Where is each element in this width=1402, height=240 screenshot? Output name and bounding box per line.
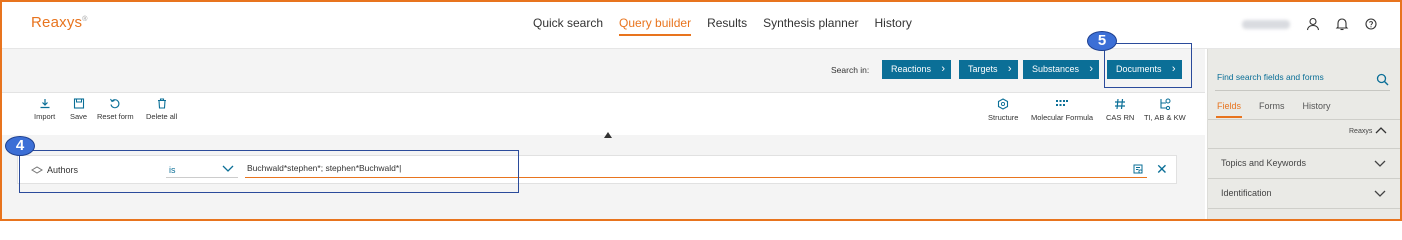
tab-fields[interactable]: Fields	[1215, 101, 1243, 118]
help-icon[interactable]	[1364, 17, 1378, 31]
cas-rn-button[interactable]: CAS RN	[1106, 98, 1134, 122]
reactions-button[interactable]: Reactions ›	[882, 60, 952, 79]
query-toolbar	[2, 93, 1205, 135]
annotation-box-4	[19, 150, 519, 193]
search-in-label: Search in:	[831, 65, 870, 75]
hexagon-icon	[998, 98, 1009, 110]
chevron-down-icon	[1374, 190, 1386, 197]
chevron-right-icon: ›	[1007, 63, 1012, 75]
chevron-up-icon[interactable]	[1375, 126, 1387, 135]
keyword-tree-icon	[1160, 98, 1171, 110]
section-label: Identification	[1221, 188, 1272, 198]
find-fields-input[interactable]: Find search fields and forms	[1217, 72, 1324, 82]
ti-ab-kw-button[interactable]: TI, AB & KW	[1144, 98, 1186, 122]
search-icon[interactable]	[1376, 73, 1389, 86]
reset-form-button[interactable]: Reset form	[97, 98, 134, 121]
find-fields-underline	[1215, 90, 1390, 91]
hash-icon	[1115, 98, 1126, 110]
lookup-list-icon[interactable]	[1133, 164, 1144, 175]
import-icon	[40, 99, 50, 109]
tab-forms[interactable]: Forms	[1259, 101, 1285, 111]
bell-icon[interactable]	[1335, 17, 1349, 31]
chevron-right-icon: ›	[941, 63, 946, 75]
nav-query-builder[interactable]: Query builder	[619, 0, 692, 47]
reaxys-logo[interactable]: Reaxys®	[31, 14, 88, 31]
tab-history[interactable]: History	[1303, 101, 1331, 111]
chevron-right-icon: ›	[1089, 63, 1094, 75]
main-nav: Quick search Query builder Results Synth…	[533, 0, 912, 47]
save-button[interactable]: Save	[70, 98, 87, 121]
formula-grid-icon	[1056, 100, 1069, 106]
annotation-badge-5: 5	[1087, 31, 1117, 51]
user-icon[interactable]	[1306, 17, 1320, 31]
nav-results[interactable]: Results	[707, 0, 747, 47]
reset-icon	[110, 98, 120, 109]
delete-all-button[interactable]: Delete all	[146, 98, 177, 121]
annotation-box-5	[1104, 43, 1192, 88]
nav-synthesis-planner[interactable]: Synthesis planner	[763, 0, 858, 47]
clear-row-icon[interactable]: ✕	[1156, 162, 1168, 176]
save-icon	[73, 98, 84, 109]
section-identification[interactable]: Identification	[1208, 178, 1400, 208]
import-button[interactable]: Import	[34, 98, 55, 121]
substances-button[interactable]: Substances ›	[1023, 60, 1100, 79]
structure-button[interactable]: Structure	[988, 98, 1018, 122]
nav-history[interactable]: History	[874, 0, 911, 47]
molecular-formula-button[interactable]: Molecular Formula	[1031, 98, 1093, 122]
source-label[interactable]: Reaxys	[1349, 128, 1372, 135]
nav-quick-search[interactable]: Quick search	[533, 0, 603, 47]
annotation-badge-4: 4	[5, 136, 35, 156]
panel-tabs: Fields Forms History	[1215, 101, 1331, 118]
trash-icon	[157, 98, 166, 109]
targets-button[interactable]: Targets ›	[959, 60, 1018, 79]
user-name-redacted	[1242, 20, 1290, 29]
section-topics-keywords[interactable]: Topics and Keywords	[1208, 148, 1400, 178]
tabs-divider	[1208, 119, 1400, 120]
caret-up-icon	[604, 132, 612, 138]
section-next-partial	[1208, 208, 1400, 219]
section-label: Topics and Keywords	[1221, 158, 1307, 168]
chevron-down-icon	[1374, 160, 1386, 167]
